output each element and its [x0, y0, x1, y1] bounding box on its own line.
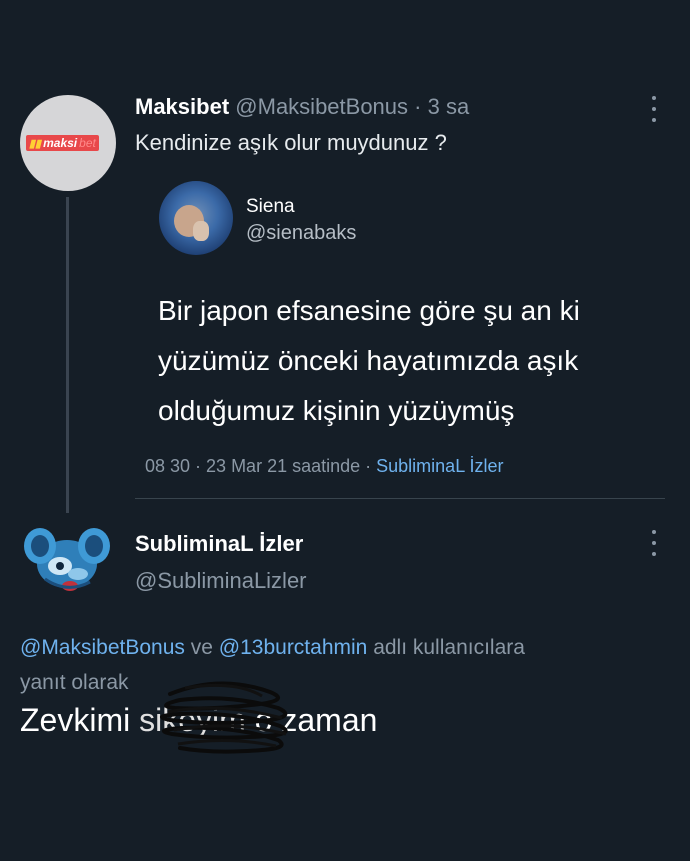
quoted-source-link[interactable]: SubliminaL İzler — [376, 456, 503, 476]
more-options-icon[interactable] — [651, 96, 657, 122]
reply-suffix-2: yanıt olarak — [20, 671, 129, 694]
avatar-siena[interactable] — [159, 181, 233, 255]
tweet-text: Kendinize aşık olur muydunuz ? — [135, 130, 447, 155]
maksibet-logo: ▮▮ maksi bet — [26, 135, 99, 151]
quoted-timestamp: 08 30 · 23 Mar 21 saatinde · — [145, 456, 372, 476]
avatar-subliminal[interactable] — [20, 524, 114, 596]
page: ▮▮ maksi bet Maksibet @MaksibetBonus · 3 … — [0, 0, 690, 861]
tweet-time[interactable]: 3 sa — [428, 94, 470, 119]
reply-text-before: Zevkimi — [20, 702, 131, 738]
more-options-icon[interactable] — [651, 530, 657, 556]
author-handle[interactable]: @MaksibetBonus — [235, 94, 408, 119]
author-name[interactable]: Maksibet — [135, 94, 229, 119]
replying-to: @MaksibetBonus ve @13burctahmin adlı kul… — [20, 630, 680, 700]
quoted-author-handle[interactable]: @sienabaks — [246, 222, 356, 245]
mention-13burctahmin[interactable]: @13burctahmin — [219, 636, 368, 659]
reply-author-name[interactable]: SubliminaL İzler — [135, 531, 303, 557]
quoted-tweet-text: Bir japon efsanesine göre şu an ki yüzüm… — [158, 295, 580, 426]
reply-author-handle[interactable]: @SubliminaLizler — [135, 568, 307, 594]
divider — [135, 498, 665, 499]
thread-line — [66, 197, 69, 513]
quoted-author-name[interactable]: Siena — [246, 196, 295, 218]
separator: · — [414, 94, 422, 119]
avatar-maksibet[interactable]: ▮▮ maksi bet — [20, 95, 116, 191]
tweet-header: Maksibet @MaksibetBonus · 3 sa — [135, 94, 469, 120]
quoted-meta: 08 30 · 23 Mar 21 saatinde · SubliminaL … — [145, 456, 504, 477]
mention-maksibet[interactable]: @MaksibetBonus — [20, 636, 185, 659]
reply-suffix: adlı kullanıcılara — [373, 636, 525, 659]
reply-connector: ve — [190, 636, 213, 659]
censor-scribble — [160, 681, 288, 754]
